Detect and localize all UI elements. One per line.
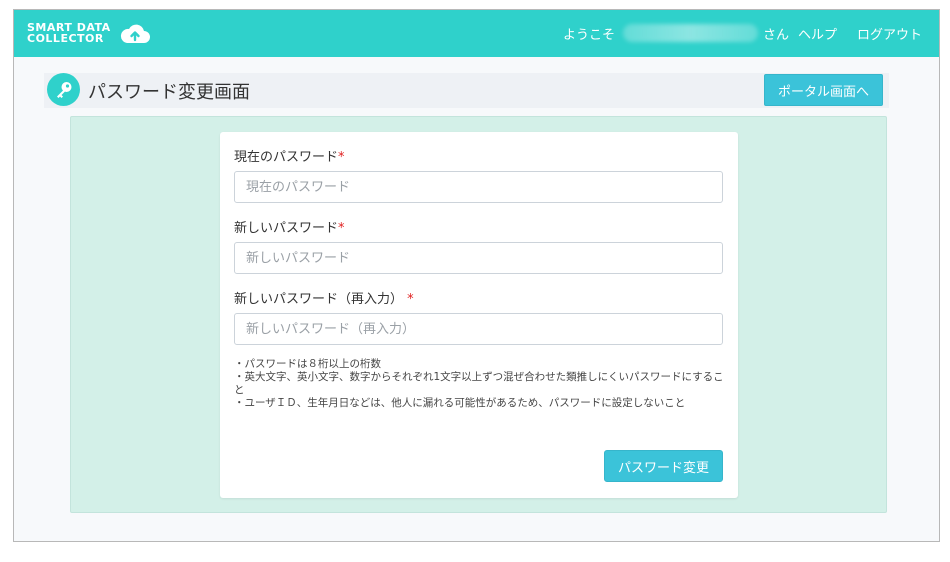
required-mark: * — [407, 292, 414, 307]
password-rule: ・ユーザＩＤ、生年月日などは、他人に漏れる可能性があるため、パスワードに設定しな… — [234, 397, 686, 409]
new-password-input[interactable] — [234, 242, 723, 274]
app-window: SMART DATA COLLECTOR ようこそ さん ヘルプ ログアウト パ… — [13, 9, 940, 542]
page-title: パスワード変更画面 — [88, 82, 250, 103]
logo-line-2: COLLECTOR — [27, 32, 104, 45]
welcome-text: ようこそ — [563, 28, 616, 43]
key-icon — [47, 73, 80, 106]
portal-button[interactable]: ポータル画面へ — [764, 74, 883, 106]
help-link[interactable]: ヘルプ — [798, 24, 837, 43]
username-redacted — [623, 24, 758, 42]
logout-link[interactable]: ログアウト — [857, 24, 922, 43]
confirm-password-label: 新しいパスワード（再入力） * — [234, 292, 414, 307]
confirm-password-input[interactable] — [234, 313, 723, 345]
required-mark: * — [338, 150, 345, 165]
required-mark: * — [338, 221, 345, 236]
password-rule: ・パスワードは８桁以上の桁数 — [234, 358, 381, 370]
top-navbar: SMART DATA COLLECTOR ようこそ さん ヘルプ ログアウト — [14, 10, 939, 57]
username-suffix: さん — [763, 28, 790, 43]
current-password-label: 現在のパスワード* — [234, 150, 345, 165]
new-password-label: 新しいパスワード* — [234, 221, 345, 236]
cloud-upload-icon — [120, 24, 150, 43]
current-password-input[interactable] — [234, 171, 723, 203]
change-password-button[interactable]: パスワード変更 — [604, 450, 723, 482]
password-rules: ・パスワードは８桁以上の桁数 ・英大文字、英小文字、数字からそれぞれ1文字以上ず… — [234, 358, 726, 410]
password-rule: ・英大文字、英小文字、数字からそれぞれ1文字以上ずつ混ぜ合わせた類推しにくいパス… — [234, 371, 724, 396]
smart-data-collector-logo[interactable]: SMART DATA COLLECTOR — [27, 22, 157, 46]
logo-text: SMART DATA COLLECTOR — [27, 22, 111, 44]
password-change-form: 現在のパスワード* 新しいパスワード* 新しいパスワード（再入力） * ・パスワ… — [220, 132, 738, 498]
